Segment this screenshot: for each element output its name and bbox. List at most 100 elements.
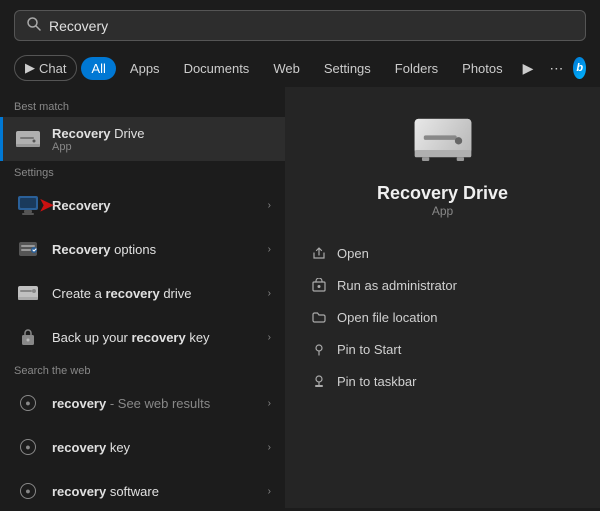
tab-chat[interactable]: ▶ Chat	[14, 55, 77, 81]
app-detail-title: Recovery Drive	[377, 183, 508, 204]
web-recovery-arrow: ›	[268, 398, 271, 409]
app-title-bold: Recovery	[377, 183, 458, 203]
backup-recovery-arrow: ›	[268, 332, 271, 343]
web-recovery-title: recovery - See web results	[52, 396, 258, 411]
key-text: key	[186, 330, 210, 345]
web-item-recovery-key[interactable]: ● recovery key ›	[0, 425, 285, 469]
main-content: Best match Recovery Drive App Settings	[0, 87, 600, 508]
best-match-text: Recovery Drive App	[52, 126, 271, 153]
best-match-item[interactable]: Recovery Drive App	[0, 117, 285, 161]
bing-label: b	[576, 62, 583, 74]
action-pin-start[interactable]: Pin to Start	[301, 334, 584, 364]
web-search-icon-3: ●	[14, 477, 42, 505]
tab-play-button[interactable]: ▶	[517, 56, 540, 81]
settings-recovery-options-title: Recovery options	[52, 242, 258, 257]
app-big-icon	[411, 107, 475, 171]
bing-button[interactable]: b	[573, 57, 586, 79]
admin-icon	[311, 277, 327, 293]
tab-photos[interactable]: Photos	[452, 57, 512, 80]
action-run-admin[interactable]: Run as administrator	[301, 270, 584, 300]
web-recovery-key-bold: recovery	[52, 440, 106, 455]
settings-create-recovery-title: Create a recovery drive	[52, 286, 258, 301]
settings-recovery-item[interactable]: Recovery ➤ ›	[0, 183, 285, 227]
drive-text: drive	[160, 286, 192, 301]
web-recovery-key-rest: key	[106, 440, 130, 455]
settings-recovery-arrow: ›	[268, 200, 271, 211]
action-list: Open Run as administrator	[301, 238, 584, 396]
action-pin-start-label: Pin to Start	[337, 342, 401, 357]
tab-apps[interactable]: Apps	[120, 57, 170, 80]
recovery-drive-icon	[14, 125, 42, 153]
web-recovery-key-title: recovery key	[52, 440, 258, 455]
web-recovery-key-arrow: ›	[268, 442, 271, 453]
best-match-section-label: Best match	[0, 95, 285, 117]
create-a-text: Create a	[52, 286, 105, 301]
search-icon	[27, 17, 41, 34]
action-pin-taskbar-label: Pin to taskbar	[337, 374, 417, 389]
best-match-rest: Drive	[111, 126, 145, 141]
search-web-section-label: Search the web	[0, 359, 285, 381]
recovery-bold-3: recovery	[132, 330, 186, 345]
tab-folders[interactable]: Folders	[385, 57, 448, 80]
web-search-icon-1: ●	[14, 389, 42, 417]
web-search-icon-2: ●	[14, 433, 42, 461]
tab-settings[interactable]: Settings	[314, 57, 381, 80]
settings-create-recovery-text: Create a recovery drive	[52, 286, 258, 301]
recovery-options-rest: options	[111, 242, 157, 257]
app-title-rest: Drive	[458, 183, 508, 203]
settings-create-recovery-item[interactable]: Create a recovery drive ›	[0, 271, 285, 315]
web-item-recovery[interactable]: ● recovery - See web results ›	[0, 381, 285, 425]
tab-web[interactable]: Web	[263, 57, 310, 80]
right-panel: Recovery Drive App Open	[285, 87, 600, 508]
web-recovery-software-text: recovery software	[52, 484, 258, 499]
open-icon	[311, 245, 327, 261]
action-open-label: Open	[337, 246, 369, 261]
best-match-bold: Recovery	[52, 126, 111, 141]
pin-taskbar-icon	[311, 373, 327, 389]
settings-backup-recovery-title: Back up your recovery key	[52, 330, 258, 345]
settings-recovery-options-text: Recovery options	[52, 242, 258, 257]
settings-backup-recovery-text: Back up your recovery key	[52, 330, 258, 345]
settings-recovery-options-icon	[14, 235, 42, 263]
back-up-text: Back up your	[52, 330, 132, 345]
settings-recovery-text: Recovery	[52, 198, 258, 213]
settings-section-label: Settings	[0, 161, 285, 183]
search-box	[14, 10, 586, 41]
web-recovery-software-title: recovery software	[52, 484, 258, 499]
web-recovery-software-rest: software	[106, 484, 159, 499]
web-recovery-text: recovery - See web results	[52, 396, 258, 411]
best-match-subtitle: App	[52, 141, 271, 153]
tab-all[interactable]: All	[81, 57, 115, 80]
action-run-admin-label: Run as administrator	[337, 278, 457, 293]
action-pin-taskbar[interactable]: Pin to taskbar	[301, 366, 584, 396]
tab-more-button[interactable]: ⋯	[543, 56, 569, 81]
recovery-bold-2: recovery	[105, 286, 159, 301]
search-input[interactable]	[49, 18, 573, 34]
web-recovery-bold: recovery	[52, 396, 106, 411]
web-recovery-software-bold: recovery	[52, 484, 106, 499]
settings-recovery-options-item[interactable]: Recovery options ›	[0, 227, 285, 271]
settings-backup-recovery-icon	[14, 323, 42, 351]
recovery-options-bold: Recovery	[52, 242, 111, 257]
action-file-location[interactable]: Open file location	[301, 302, 584, 332]
folder-icon	[311, 309, 327, 325]
chat-play-icon: ▶	[25, 60, 35, 76]
pin-start-icon	[311, 341, 327, 357]
web-recovery-key-text: recovery key	[52, 440, 258, 455]
settings-recovery-title: Recovery	[52, 198, 258, 213]
best-match-title: Recovery Drive	[52, 126, 271, 141]
web-recovery-suffix: - See web results	[106, 396, 210, 411]
action-open[interactable]: Open	[301, 238, 584, 268]
tab-chat-label: Chat	[39, 61, 66, 76]
settings-backup-recovery-item[interactable]: Back up your recovery key ›	[0, 315, 285, 359]
recovery-options-arrow: ›	[268, 244, 271, 255]
settings-recovery-bold: Recovery	[52, 198, 111, 213]
tab-documents[interactable]: Documents	[174, 57, 260, 80]
app-detail-type: App	[432, 204, 453, 218]
action-file-location-label: Open file location	[337, 310, 437, 325]
filter-tabs: ▶ Chat All Apps Documents Web Settings F…	[0, 49, 600, 87]
search-container	[0, 0, 600, 49]
web-item-recovery-software[interactable]: ● recovery software ›	[0, 469, 285, 508]
settings-recovery-icon	[14, 191, 42, 219]
web-recovery-software-arrow: ›	[268, 486, 271, 497]
